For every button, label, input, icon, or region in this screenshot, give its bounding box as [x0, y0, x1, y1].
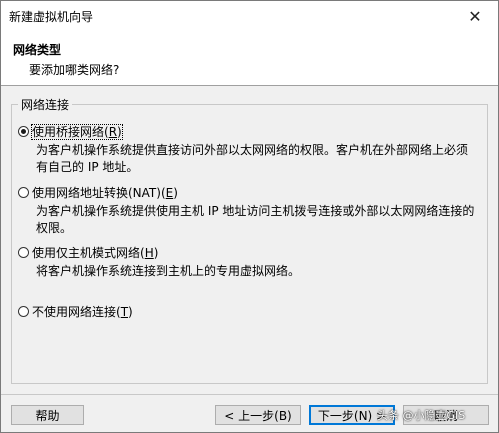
title-bar: 新建虚拟机向导 ✕ [1, 1, 498, 31]
option-nat-description: 为客户机操作系统提供使用主机 IP 地址访问主机拨号连接或外部以太网网络连接的权… [36, 204, 475, 235]
radio-bridged[interactable] [18, 126, 29, 137]
group-legend: 网络连接 [18, 96, 73, 113]
radio-no-network[interactable] [18, 306, 29, 317]
option-host-only: 使用仅主机模式网络(H) 将客户机操作系统连接到主机上的专用虚拟网络。 [18, 244, 476, 280]
close-button[interactable]: ✕ [452, 1, 498, 31]
option-nat: 使用网络地址转换(NAT)(E) 为客户机操作系统提供使用主机 IP 地址访问主… [18, 184, 476, 237]
window-title: 新建虚拟机向导 [9, 10, 94, 24]
radio-nat-row[interactable]: 使用网络地址转换(NAT)(E) [18, 184, 476, 201]
option-host-only-description: 将客户机操作系统连接到主机上的专用虚拟网络。 [36, 264, 301, 278]
radio-nat-label[interactable]: 使用网络地址转换(NAT)(E) [32, 184, 178, 201]
network-connection-group: 网络连接 使用桥接网络(R) 为客户机操作系统提供直接访问外部以太网网络的权限。… [11, 96, 488, 384]
option-bridged: 使用桥接网络(R) 为客户机操作系统提供直接访问外部以太网网络的权限。客户机在外… [18, 123, 476, 176]
radio-no-network-label[interactable]: 不使用网络连接(T) [32, 303, 133, 320]
radio-host-only-label[interactable]: 使用仅主机模式网络(H) [32, 244, 158, 261]
page-subtitle: 要添加哪类网络? [29, 63, 120, 77]
wizard-header: 网络类型 要添加哪类网络? [1, 31, 498, 86]
help-button[interactable]: 帮助 [11, 405, 84, 425]
wizard-window: 新建虚拟机向导 ✕ 网络类型 要添加哪类网络? 网络连接 使用桥接网络(R) 为… [0, 0, 499, 433]
radio-bridged-row[interactable]: 使用桥接网络(R) [18, 123, 476, 140]
radio-host-only-row[interactable]: 使用仅主机模式网络(H) [18, 244, 476, 261]
page-title: 网络类型 [13, 43, 62, 57]
radio-bridged-label[interactable]: 使用桥接网络(R) [31, 123, 123, 140]
option-bridged-description: 为客户机操作系统提供直接访问外部以太网网络的权限。客户机在外部网络上必须有自己的… [36, 143, 469, 174]
watermark: 头条 @小隐壶GIS [377, 409, 466, 422]
option-no-network: 不使用网络连接(T) [18, 303, 133, 320]
radio-host-only[interactable] [18, 247, 29, 258]
close-icon: ✕ [468, 6, 482, 26]
radio-no-network-row[interactable]: 不使用网络连接(T) [18, 303, 133, 320]
footer-separator [1, 394, 498, 395]
back-button[interactable]: < 上一步(B) [215, 405, 301, 425]
radio-nat[interactable] [18, 187, 29, 198]
